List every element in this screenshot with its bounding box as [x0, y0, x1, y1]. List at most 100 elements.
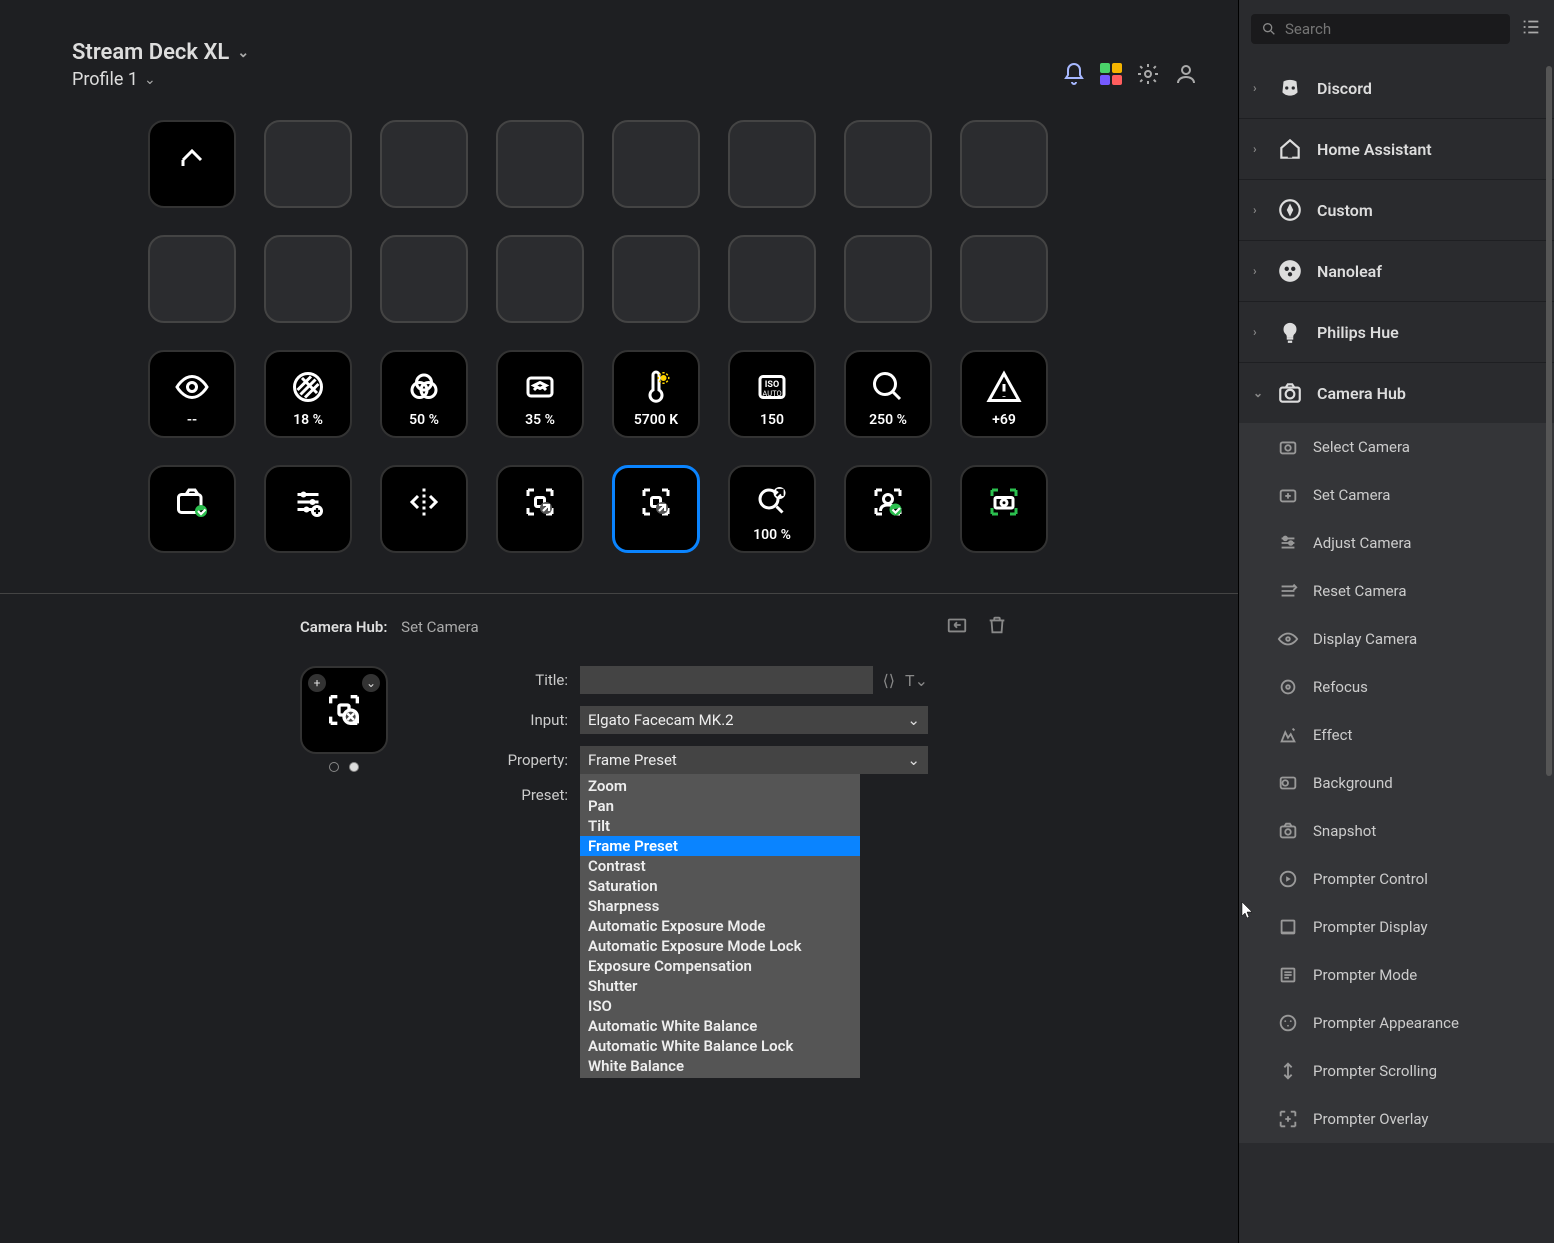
key-label: +69 [992, 412, 1016, 428]
deck-key-10[interactable] [380, 235, 468, 323]
deck-key-5[interactable] [728, 120, 816, 208]
apps-icon[interactable] [1100, 63, 1122, 85]
dropdown-option[interactable]: Contrast [580, 856, 860, 876]
folder-back-icon[interactable] [946, 614, 968, 636]
action-icon [1277, 436, 1299, 458]
dropdown-option[interactable]: Automatic White Balance [580, 1016, 860, 1036]
category-philips-hue[interactable]: › Philips Hue [1239, 302, 1554, 363]
dropdown-option[interactable]: Zoom [580, 776, 860, 796]
deck-key-25[interactable] [264, 465, 352, 553]
key-label: 100 % [753, 527, 791, 543]
action-refocus[interactable]: Refocus [1239, 663, 1554, 711]
category-custom[interactable]: › Custom [1239, 180, 1554, 241]
dropdown-option[interactable]: Sharpness [580, 896, 860, 916]
dropdown-option[interactable]: Automatic White Balance Lock [580, 1036, 860, 1056]
dropdown-option[interactable]: Exposure Compensation [580, 956, 860, 976]
page-dot[interactable] [349, 762, 359, 772]
chevron-down-icon[interactable]: ⌄ [362, 674, 380, 692]
category-nanoleaf[interactable]: › Nanoleaf [1239, 241, 1554, 302]
page-dot[interactable] [329, 762, 339, 772]
input-select[interactable]: Elgato Facecam MK.2 ⌄ [580, 706, 928, 734]
deck-key-16[interactable]: -- [148, 350, 236, 438]
deck-key-2[interactable] [380, 120, 468, 208]
action-label: Set Camera [1313, 486, 1390, 504]
action-prompter-display[interactable]: Prompter Display [1239, 903, 1554, 951]
deck-key-4[interactable] [612, 120, 700, 208]
link-icon[interactable]: ⟨⟩ [883, 671, 895, 690]
dropdown-option[interactable]: Automatic Exposure Mode Lock [580, 936, 860, 956]
deck-key-31[interactable] [960, 465, 1048, 553]
action-adjust-camera[interactable]: Adjust Camera [1239, 519, 1554, 567]
deck-key-13[interactable] [728, 235, 816, 323]
bell-icon[interactable] [1062, 62, 1086, 86]
action-reset-camera[interactable]: Reset Camera [1239, 567, 1554, 615]
deck-key-27[interactable] [496, 465, 584, 553]
property-dropdown[interactable]: ZoomPanTiltFrame PresetContrastSaturatio… [580, 774, 860, 1078]
chevron-down-icon: ⌄ [237, 45, 249, 61]
device-name: Stream Deck XL [72, 40, 229, 65]
plus-icon[interactable]: + [308, 674, 326, 692]
action-effect[interactable]: Effect [1239, 711, 1554, 759]
category-discord[interactable]: › Discord [1239, 58, 1554, 119]
trash-icon[interactable] [986, 614, 1008, 636]
deck-key-12[interactable] [612, 235, 700, 323]
deck-key-6[interactable] [844, 120, 932, 208]
dropdown-option[interactable]: Shutter [580, 976, 860, 996]
deck-key-18[interactable]: 50 % [380, 350, 468, 438]
action-select-camera[interactable]: Select Camera [1239, 423, 1554, 471]
deck-key-9[interactable] [264, 235, 352, 323]
dropdown-option[interactable]: Saturation [580, 876, 860, 896]
deck-key-22[interactable]: 250 % [844, 350, 932, 438]
text-style-icon[interactable]: T⌄ [905, 671, 928, 690]
action-display-camera[interactable]: Display Camera [1239, 615, 1554, 663]
device-selector[interactable]: Stream Deck XL ⌄ [72, 40, 1166, 65]
deck-key-30[interactable] [844, 465, 932, 553]
deck-key-28[interactable] [612, 465, 700, 553]
dropdown-option[interactable]: White Balance [580, 1056, 860, 1076]
deck-key-29[interactable]: 100 % [728, 465, 816, 553]
profile-selector[interactable]: Profile 1 ⌄ [72, 69, 1166, 90]
deck-key-14[interactable] [844, 235, 932, 323]
title-input[interactable] [580, 666, 873, 694]
deck-key-8[interactable] [148, 235, 236, 323]
dropdown-option[interactable]: Tilt [580, 816, 860, 836]
action-prompter-control[interactable]: Prompter Control [1239, 855, 1554, 903]
personcheck-icon [870, 484, 906, 524]
list-view-icon[interactable] [1520, 16, 1542, 42]
dropdown-option[interactable]: ISO [580, 996, 860, 1016]
action-prompter-scrolling[interactable]: Prompter Scrolling [1239, 1047, 1554, 1095]
category-home-assistant[interactable]: › Home Assistant [1239, 119, 1554, 180]
deck-key-26[interactable] [380, 465, 468, 553]
category-label: Nanoleaf [1317, 262, 1382, 281]
deck-key-21[interactable]: ISOAUTO150 [728, 350, 816, 438]
action-snapshot[interactable]: Snapshot [1239, 807, 1554, 855]
deck-key-1[interactable] [264, 120, 352, 208]
framearrow-icon [638, 484, 674, 524]
search-input[interactable] [1251, 14, 1510, 44]
dropdown-option[interactable]: Frame Preset [580, 836, 860, 856]
dropdown-option[interactable]: Pan [580, 796, 860, 816]
property-select[interactable]: Frame Preset ⌄ [580, 746, 928, 774]
deck-key-19[interactable]: 35 % [496, 350, 584, 438]
deck-key-20[interactable]: 5700 K [612, 350, 700, 438]
action-background[interactable]: Background [1239, 759, 1554, 807]
action-prompter-mode[interactable]: Prompter Mode [1239, 951, 1554, 999]
deck-key-3[interactable] [496, 120, 584, 208]
deck-key-11[interactable] [496, 235, 584, 323]
user-icon[interactable] [1174, 62, 1198, 86]
action-prompter-appearance[interactable]: Prompter Appearance [1239, 999, 1554, 1047]
deck-key-24[interactable] [148, 465, 236, 553]
key-preview[interactable]: + ⌄ [300, 666, 388, 754]
action-set-camera[interactable]: Set Camera [1239, 471, 1554, 519]
deck-key-17[interactable]: 18 % [264, 350, 352, 438]
action-prompter-overlay[interactable]: Prompter Overlay [1239, 1095, 1554, 1143]
deck-key-15[interactable] [960, 235, 1048, 323]
dropdown-option[interactable]: Automatic Exposure Mode [580, 916, 860, 936]
deck-key-23[interactable]: +69 [960, 350, 1048, 438]
inspector-action: Set Camera [401, 618, 478, 636]
deck-key-7[interactable] [960, 120, 1048, 208]
gear-icon[interactable] [1136, 62, 1160, 86]
deck-key-0[interactable] [148, 120, 236, 208]
category-camera-hub[interactable]: ⌄ Camera Hub [1239, 363, 1554, 423]
scrollbar-thumb[interactable] [1546, 66, 1552, 776]
